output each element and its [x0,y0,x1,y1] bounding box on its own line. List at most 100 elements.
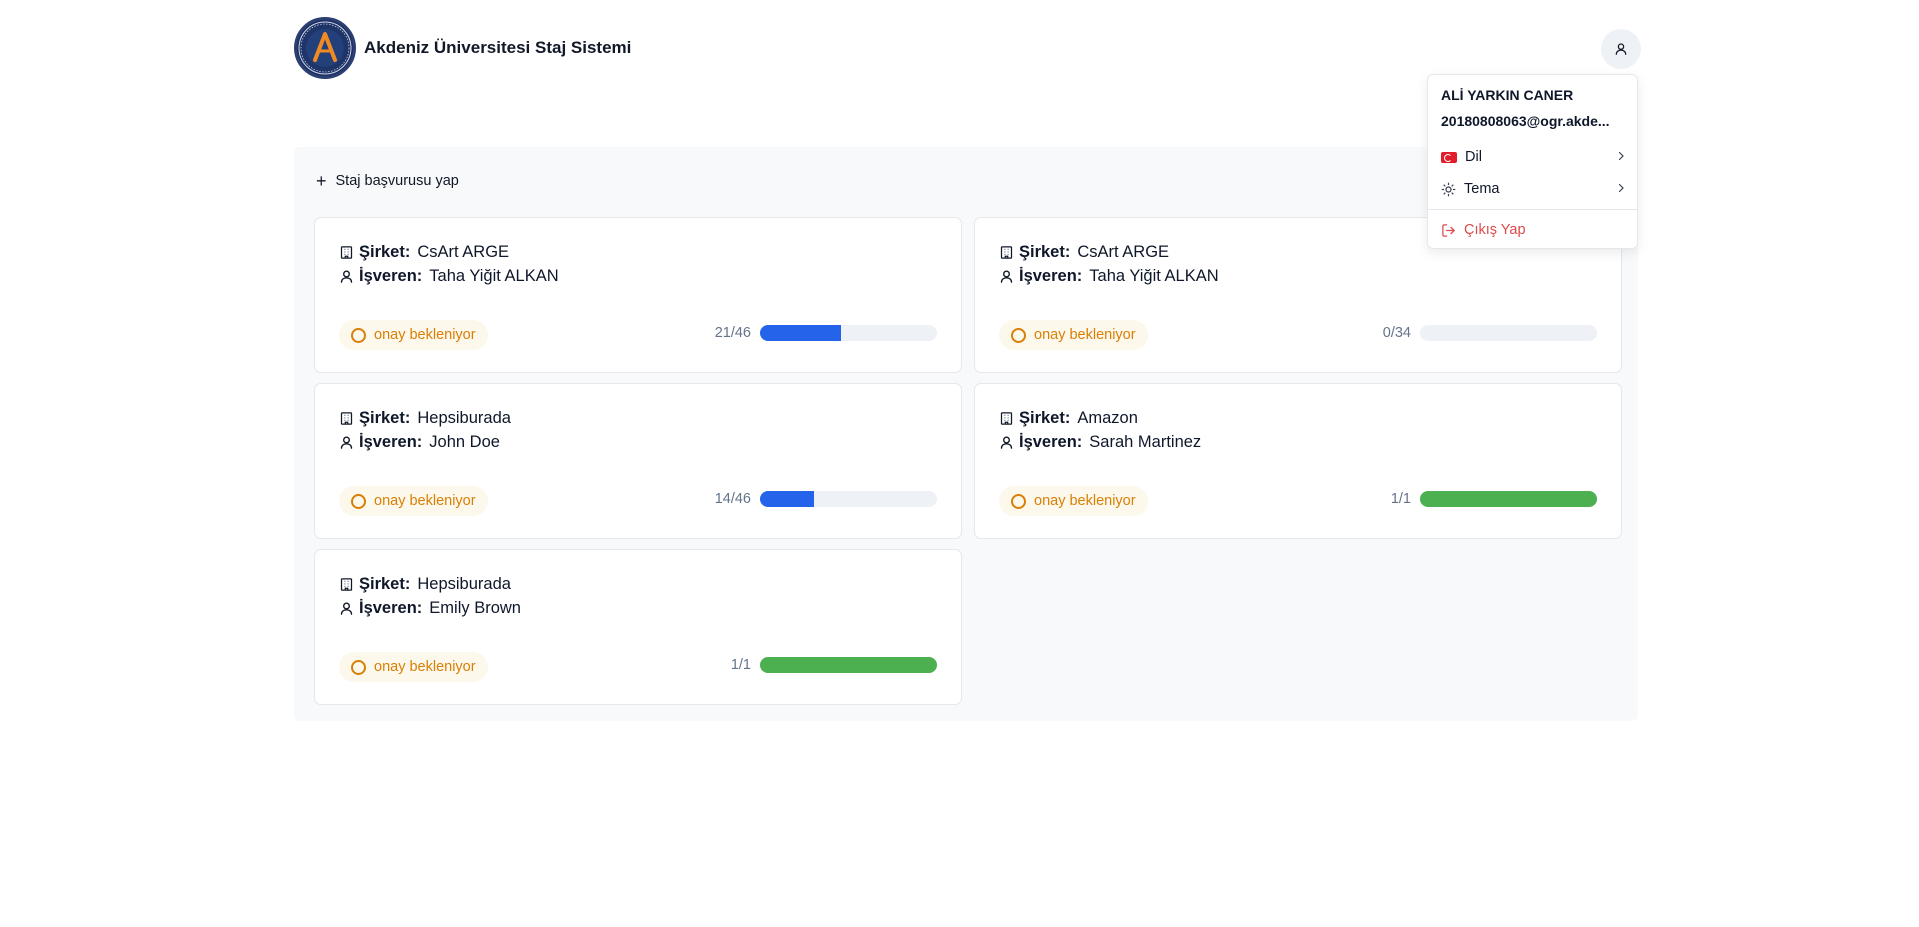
employer-label: İşveren: [359,267,423,285]
progress-bar [760,491,937,507]
progress: 1/1 [731,657,937,673]
progress-bar [760,325,937,341]
company-row: Şirket: Hepsiburada [339,409,511,428]
user-icon [339,269,355,285]
employer-name: Sarah Martinez [1089,433,1202,451]
app-title: Akdeniz Üniversitesi Staj Sistemi [364,38,632,57]
application-card[interactable]: Şirket: Hepsiburada İşveren: Emily Brown ona… [314,549,962,705]
progress-bar [1420,491,1597,507]
building-icon [339,411,355,427]
status-text: onay bekleniyor [1034,327,1136,343]
application-card[interactable]: Şirket: Amazon İşveren: Sarah Martinez onay … [974,383,1622,539]
sun-icon [1441,182,1456,197]
progress-count: 1/1 [730,657,751,673]
employer-row: İşveren: Taha Yiğit ALKAN [999,267,1219,286]
user-menu-button[interactable] [1601,29,1641,69]
apply-internship-label: Staj başvurusu yap [335,173,459,189]
menu-item-theme-label: Tema [1464,181,1500,197]
progress-fill [760,325,841,341]
progress-bar [1420,325,1597,341]
company-label: Şirket: [359,575,411,593]
employer-label: İşveren: [1019,267,1083,285]
application-card[interactable]: Şirket: CsArt ARGE İşveren: Taha Yiğit ALKA… [314,217,962,373]
chevron-right-icon [1615,149,1627,165]
circle-icon [1011,493,1026,509]
circle-icon [351,327,366,343]
company-label: Şirket: [1019,409,1071,427]
progress: 21/46 [715,325,937,341]
menu-item-theme[interactable]: Tema [1441,181,1627,197]
progress-bar [760,657,937,673]
circle-icon [351,493,366,509]
company-row: Şirket: CsArt ARGE [999,243,1169,262]
company-label: Şirket: [359,243,411,261]
chevron-right-icon [1615,181,1627,197]
employer-label: İşveren: [359,433,423,451]
employer-row: İşveren: Emily Brown [339,599,521,618]
progress-fill [760,657,937,673]
company-name: Hepsiburada [417,409,511,427]
status-badge: onay bekleniyor [999,486,1148,516]
user-icon [339,601,355,617]
company-name: Hepsiburada [417,575,511,593]
progress: 1/1 [1391,491,1597,507]
user-icon [1615,43,1627,55]
status-badge: onay bekleniyor [339,320,488,350]
status-text: onay bekleniyor [1034,493,1136,509]
user-icon [999,269,1015,285]
progress-count: 0/34 [1382,325,1411,341]
employer-row: İşveren: Sarah Martinez [999,433,1201,452]
company-row: Şirket: Amazon [999,409,1138,428]
progress-count: 21/46 [714,325,751,341]
user-icon [999,435,1015,451]
menu-item-language-label: Dil [1465,149,1482,165]
company-label: Şirket: [359,409,411,427]
employer-name: Taha Yiğit ALKAN [429,267,559,285]
company-name: CsArt ARGE [1077,243,1170,261]
status-text: onay bekleniyor [374,493,476,509]
status-badge: onay bekleniyor [999,320,1148,350]
application-card[interactable]: Şirket: Hepsiburada İşveren: John Doe onay b… [314,383,962,539]
building-icon [339,577,355,593]
employer-label: İşveren: [359,599,423,617]
user-email: 20180808063@ogr.akde... [1441,113,1610,129]
turkey-flag-icon [1441,151,1457,163]
building-icon [999,411,1015,427]
apply-internship-button[interactable]: + Staj başvurusu yap [316,172,459,190]
company-name: Amazon [1077,409,1138,427]
employer-row: İşveren: Taha Yiğit ALKAN [339,267,559,286]
progress-fill [760,491,814,507]
progress-count: 14/46 [714,491,751,507]
employer-name: Taha Yiğit ALKAN [1089,267,1219,285]
user-dropdown-menu: ALİ YARKIN CANER 20180808063@ogr.akde...… [1427,74,1638,249]
progress: 14/46 [715,491,937,507]
circle-icon [1011,327,1026,343]
progress-fill [1420,491,1597,507]
menu-divider [1428,209,1637,210]
menu-item-logout[interactable]: Çıkış Yap [1441,222,1627,238]
employer-name: Emily Brown [429,599,521,617]
circle-icon [351,659,366,675]
university-logo[interactable] [294,17,356,79]
plus-icon: + [316,171,327,191]
status-badge: onay bekleniyor [339,486,488,516]
header: Akdeniz Üniversitesi Staj Sistemi [294,17,631,79]
building-icon [339,245,355,261]
menu-item-language[interactable]: Dil [1441,149,1627,165]
progress: 0/34 [1383,325,1597,341]
company-row: Şirket: Hepsiburada [339,575,511,594]
status-text: onay bekleniyor [374,659,476,675]
company-label: Şirket: [1019,243,1071,261]
company-name: CsArt ARGE [417,243,510,261]
employer-name: John Doe [429,433,500,451]
company-row: Şirket: CsArt ARGE [339,243,509,262]
logout-icon [1441,223,1456,238]
employer-label: İşveren: [1019,433,1083,451]
building-icon [999,245,1015,261]
employer-row: İşveren: John Doe [339,433,500,452]
menu-item-logout-label: Çıkış Yap [1464,222,1526,238]
progress-count: 1/1 [1390,491,1411,507]
user-icon [339,435,355,451]
user-name: ALİ YARKIN CANER [1441,87,1574,103]
status-badge: onay bekleniyor [339,652,488,682]
